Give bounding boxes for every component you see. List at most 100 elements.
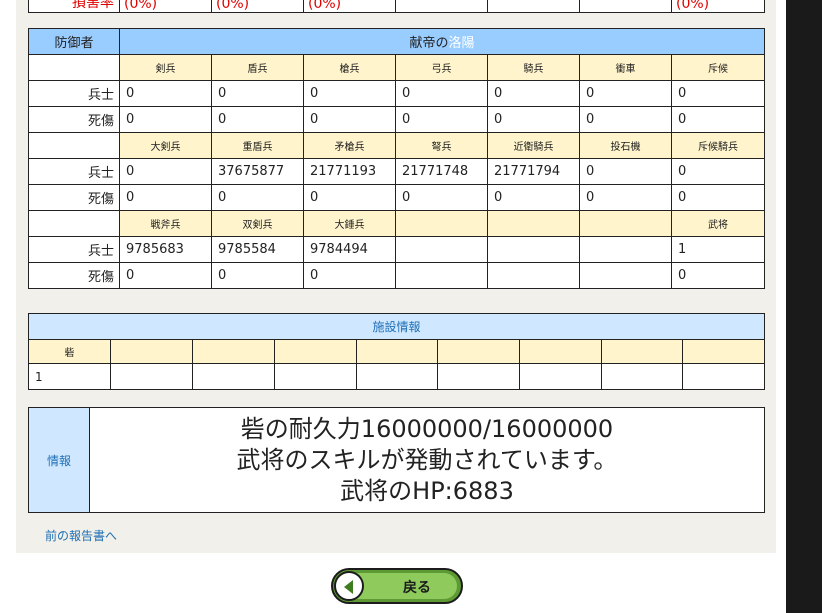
casualty-count: 0 — [395, 106, 488, 133]
soldier-count: 21771193 — [303, 158, 396, 185]
unit-header-corner — [28, 132, 120, 159]
casualty-count: 0 — [119, 262, 212, 289]
facility-value — [192, 363, 275, 390]
facility-header — [437, 339, 520, 364]
unit-header: 戦斧兵 — [119, 210, 212, 237]
soldier-count: 0 — [211, 80, 304, 107]
casualty-count: 0 — [303, 262, 396, 289]
defender-label: 防御者 — [28, 28, 120, 55]
unit-header-corner — [28, 54, 120, 81]
unit-header: 投石機 — [579, 132, 672, 159]
soldier-label: 兵士 — [28, 236, 120, 263]
casualty-count: 0 — [579, 106, 672, 133]
facility-value: 1 — [28, 363, 111, 390]
soldier-label: 兵士 — [28, 158, 120, 185]
soldier-count — [395, 236, 488, 263]
casualty-count — [395, 262, 488, 289]
defender-title: 献帝の洛陽 — [118, 28, 766, 55]
facility-value — [681, 363, 766, 390]
damage-rate-cell: (0%) — [303, 0, 396, 13]
info-line-durability: 砦の耐久力16000000/16000000 — [240, 414, 614, 443]
facility-header — [519, 339, 602, 364]
arrow-left-icon — [344, 580, 353, 594]
soldier-count: 0 — [579, 158, 672, 185]
casualty-label: 死傷 — [28, 106, 120, 133]
soldier-count: 0 — [303, 80, 396, 107]
casualty-count: 0 — [579, 184, 672, 211]
facility-value — [437, 363, 520, 390]
soldier-count: 21771748 — [395, 158, 488, 185]
casualty-count: 0 — [487, 106, 580, 133]
unit-header: 大剣兵 — [119, 132, 212, 159]
info-label: 情報 — [28, 407, 90, 513]
soldier-count — [579, 236, 672, 263]
back-button-circle — [334, 571, 364, 601]
damage-rate-row: 損害率 (0%) (0%) (0%) (0%) — [28, 0, 765, 13]
facility-value — [356, 363, 438, 390]
unit-header: 斥候騎兵 — [670, 132, 766, 159]
unit-header: 衝車 — [579, 54, 672, 81]
damage-rate-cell — [487, 0, 580, 13]
casualty-count: 0 — [303, 106, 396, 133]
damage-rate-label: 損害率 — [28, 0, 120, 13]
casualty-count: 0 — [670, 106, 766, 133]
info-message: 砦の耐久力16000000/16000000 武将のスキルが発動されています。 … — [89, 407, 765, 513]
defender-table: 防御者 献帝の洛陽 剣兵 盾兵 槍兵 弓兵 騎兵 衝車 斥候 兵士 0 0 0 … — [28, 28, 766, 289]
facility-table: 施設情報 砦 1 — [27, 313, 766, 390]
facility-header — [601, 339, 683, 364]
back-button[interactable]: 戻る — [331, 568, 463, 604]
facility-header — [274, 339, 357, 364]
facility-title: 施設情報 — [27, 313, 766, 340]
soldier-count: 37675877 — [211, 158, 304, 185]
facility-header — [681, 339, 766, 364]
soldier-count: 0 — [579, 80, 672, 107]
unit-header: 弓兵 — [395, 54, 488, 81]
casualty-label: 死傷 — [28, 184, 120, 211]
unit-header — [579, 210, 672, 237]
damage-rate-cell: (0%) — [671, 0, 765, 13]
defender-place-link[interactable]: 洛陽 — [449, 36, 475, 51]
casualty-count: 0 — [211, 106, 304, 133]
casualty-count: 0 — [119, 184, 212, 211]
casualty-count: 0 — [211, 262, 304, 289]
unit-header: 重盾兵 — [211, 132, 304, 159]
soldier-count: 0 — [119, 158, 212, 185]
casualty-count: 0 — [211, 184, 304, 211]
casualty-count: 0 — [670, 262, 766, 289]
soldier-count: 9785584 — [211, 236, 304, 263]
info-line-skill: 武将のスキルが発動されています。 — [236, 445, 618, 474]
soldier-count: 0 — [670, 80, 766, 107]
soldier-count: 1 — [670, 236, 766, 263]
casualty-count — [579, 262, 672, 289]
unit-header: 盾兵 — [211, 54, 304, 81]
soldier-count: 21771794 — [487, 158, 580, 185]
facility-value — [110, 363, 193, 390]
soldier-count: 0 — [119, 80, 212, 107]
facility-header — [192, 339, 275, 364]
soldier-count: 0 — [487, 80, 580, 107]
unit-header: 槍兵 — [303, 54, 396, 81]
unit-header: 騎兵 — [487, 54, 580, 81]
unit-header: 矛槍兵 — [303, 132, 396, 159]
unit-header: 近衛騎兵 — [487, 132, 580, 159]
unit-header: 武将 — [670, 210, 766, 237]
soldier-count: 0 — [670, 158, 766, 185]
damage-rate-cell — [579, 0, 672, 13]
casualty-count: 0 — [395, 184, 488, 211]
casualty-label: 死傷 — [28, 262, 120, 289]
facility-value — [274, 363, 357, 390]
facility-header — [356, 339, 438, 364]
unit-header-corner — [28, 210, 120, 237]
unit-header: 双剣兵 — [211, 210, 304, 237]
facility-header — [110, 339, 193, 364]
info-table: 情報 砦の耐久力16000000/16000000 武将のスキルが発動されていま… — [28, 407, 765, 513]
unit-header — [487, 210, 580, 237]
back-button-label: 戻る — [403, 580, 431, 596]
facility-value — [519, 363, 602, 390]
soldier-count: 9785683 — [119, 236, 212, 263]
casualty-count: 0 — [303, 184, 396, 211]
casualty-count: 0 — [487, 184, 580, 211]
unit-header: 大錘兵 — [303, 210, 396, 237]
previous-report-link[interactable]: 前の報告書へ — [45, 527, 117, 544]
right-edge-bar — [786, 0, 822, 613]
